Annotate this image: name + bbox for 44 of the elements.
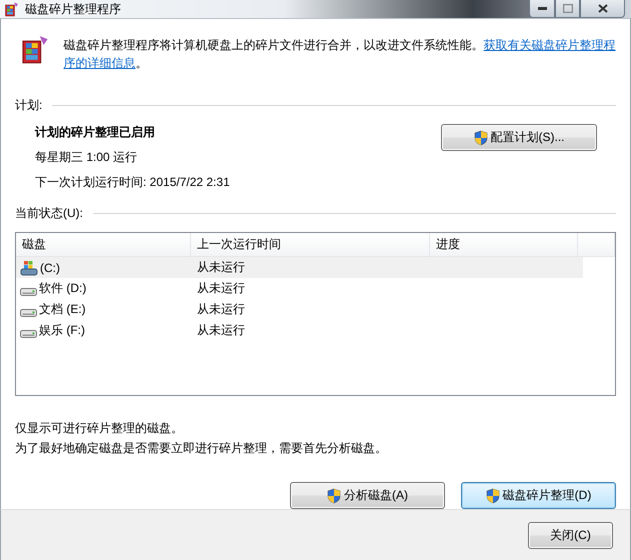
disk-row[interactable]: 文档 (E:) 从未运行 (16, 299, 583, 320)
configure-schedule-button[interactable]: 配置计划(S)... (441, 124, 597, 151)
column-header[interactable]: 进度 (430, 233, 578, 256)
disk-name: 娱乐 (F:) (39, 322, 85, 339)
close-window-button[interactable] (580, 0, 625, 18)
defragment-button[interactable]: 磁盘碎片整理(D) (461, 482, 616, 509)
minimize-icon (538, 7, 546, 10)
app-icon (4, 1, 20, 17)
disk-name: (C:) (40, 260, 60, 274)
disk-row[interactable]: 娱乐 (F:) 从未运行 (16, 320, 583, 341)
next-run-time: 下一次计划运行时间: 2015/7/22 2:31 (35, 174, 230, 191)
last-run-cell-text: 从未运行 (196, 301, 246, 318)
column-header[interactable]: 磁盘 (16, 233, 191, 256)
note-text: 仅显示可进行碎片整理的磁盘。 (15, 420, 184, 437)
minimize-button[interactable] (529, 0, 555, 18)
hard-drive-icon (20, 308, 37, 316)
maximize-icon (562, 4, 572, 13)
disk-name: 文档 (E:) (39, 301, 86, 318)
last-run-cell-text: 从未运行 (196, 280, 246, 297)
disk-row[interactable]: 软件 (D:) 从未运行 (16, 278, 583, 299)
close-icon (598, 4, 608, 13)
shield-icon (486, 488, 500, 504)
maximize-button[interactable] (555, 0, 580, 18)
schedule-status: 计划的碎片整理已启用 (35, 124, 156, 141)
window-title: 磁盘碎片整理程序 (25, 0, 122, 18)
schedule-frequency: 每星期三 1:00 运行 (35, 149, 138, 166)
disk-name: 软件 (D:) (39, 280, 86, 297)
system-drive-icon (20, 260, 38, 276)
analyze-disk-button[interactable]: 分析磁盘(A) (290, 482, 445, 509)
last-run-cell-text: 从未运行 (196, 259, 246, 276)
shield-icon (327, 488, 341, 504)
current-status-heading: 当前状态(U): (15, 205, 83, 222)
close-button[interactable]: 关闭(C) (528, 522, 613, 549)
disk-row[interactable]: (C:) 从未运行 (16, 257, 583, 278)
hard-drive-icon (20, 330, 37, 338)
hard-drive-icon (20, 288, 37, 296)
schedule-heading: 计划: (15, 97, 42, 114)
shield-icon (474, 130, 488, 146)
details-link[interactable]: 获取有关磁盘碎片整理程 (484, 38, 616, 52)
intro-text: 磁盘碎片整理程序将计算机硬盘上的碎片文件进行合并，以改进文件系统性能。获取有关磁盘碎片整理程 序的详细信息。 (64, 37, 616, 72)
column-header[interactable]: 上一次运行时间 (191, 233, 430, 256)
note-text: 为了最好地确定磁盘是否需要立即进行碎片整理，需要首先分析磁盘。 (15, 440, 388, 457)
details-link[interactable]: 序的详细信息 (64, 56, 136, 70)
last-run-cell-text: 从未运行 (196, 322, 246, 339)
